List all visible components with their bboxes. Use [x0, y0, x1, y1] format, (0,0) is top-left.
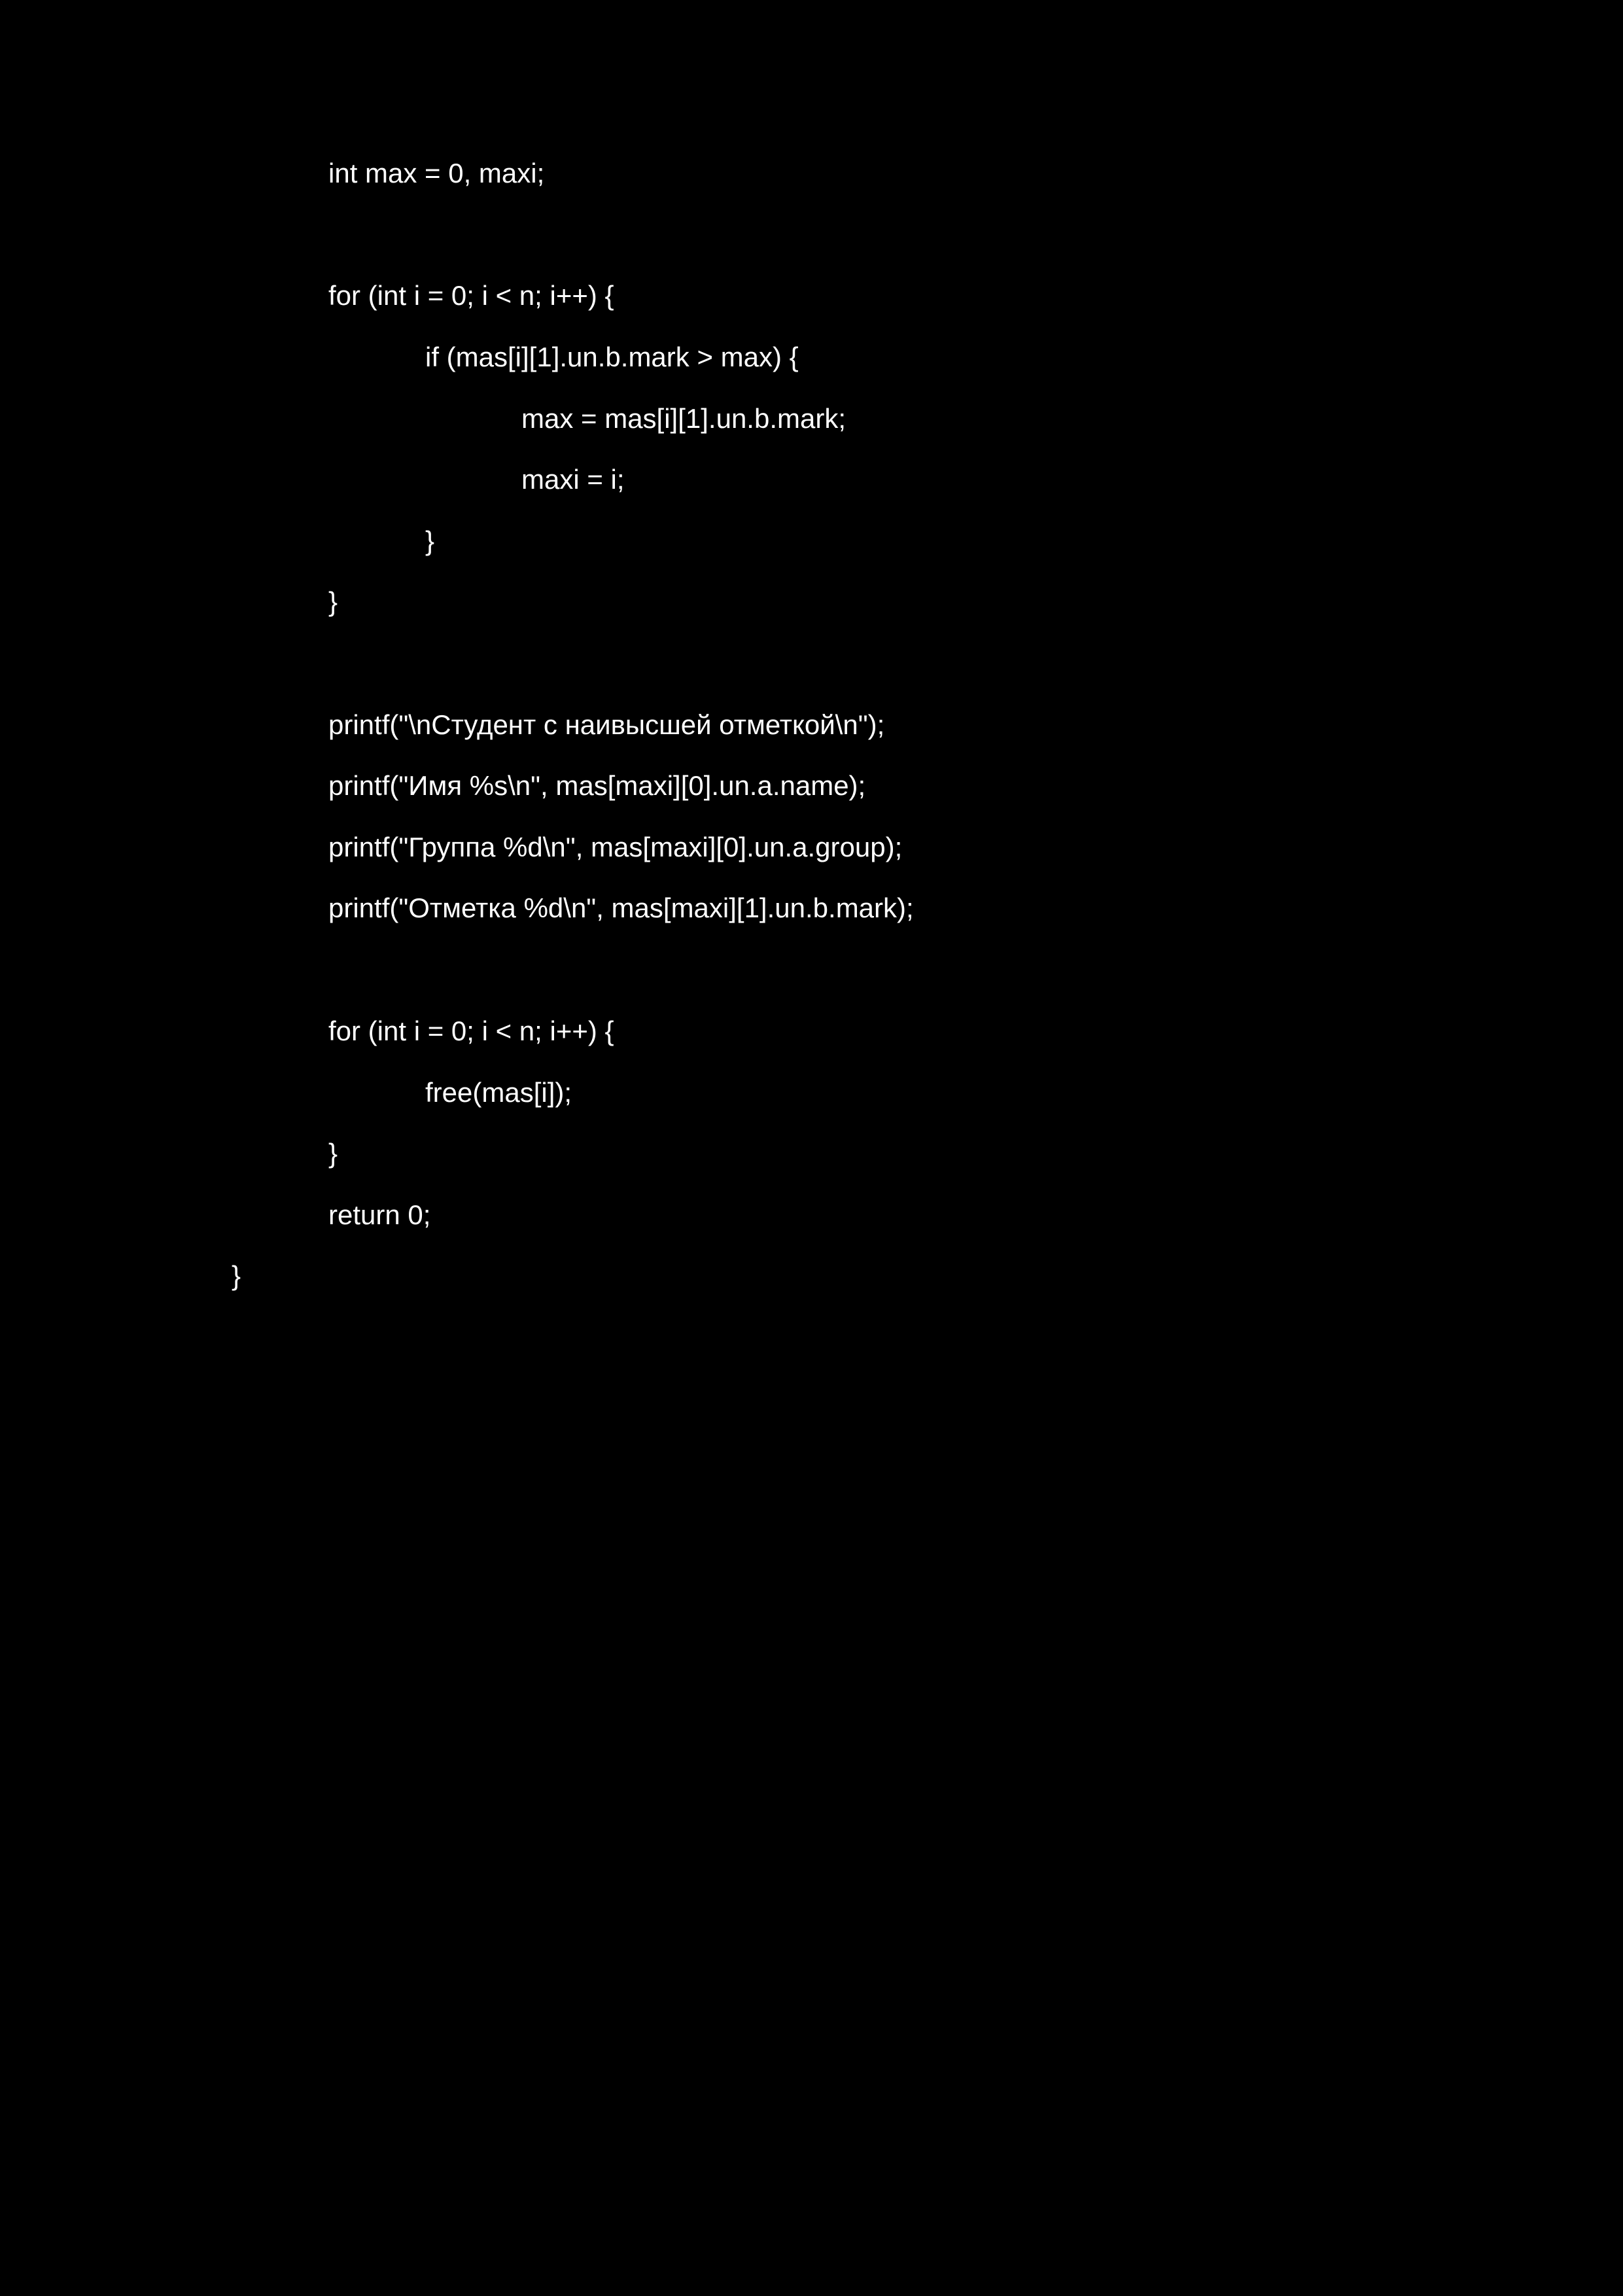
code-line-return: return 0; [328, 1199, 431, 1230]
code-line-for-loop-start: for (int i = 0; i < n; i++) { [328, 280, 614, 311]
code-line-for-loop-end: } [328, 586, 338, 617]
code-line-printf-header: printf("\nСтудент с наивысшей отметкой\n… [328, 709, 885, 740]
code-line-max-declaration: int max = 0, maxi; [328, 158, 545, 188]
code-line-free-loop-start: for (int i = 0; i < n; i++) { [328, 1016, 614, 1046]
code-line-if-end: } [425, 525, 435, 556]
document-page: int max = 0, maxi; for (int i = 0; i < n… [0, 0, 1623, 2296]
code-line-printf-group: printf("Группа %d\n", mas[maxi][0].un.a.… [328, 832, 903, 862]
code-line-printf-name: printf("Имя %s\n", mas[maxi][0].un.a.nam… [328, 770, 866, 801]
code-line-maxi-assign: maxi = i; [521, 464, 625, 495]
code-line-free-loop-end: } [328, 1138, 338, 1169]
code-line-printf-mark: printf("Отметка %d\n", mas[maxi][1].un.b… [328, 892, 914, 923]
code-line-function-end: } [232, 1260, 241, 1291]
code-line-max-assign: max = mas[i][1].un.b.mark; [521, 403, 846, 434]
code-line-if-start: if (mas[i][1].un.b.mark > max) { [425, 342, 799, 372]
code-line-free-call: free(mas[i]); [425, 1077, 572, 1108]
